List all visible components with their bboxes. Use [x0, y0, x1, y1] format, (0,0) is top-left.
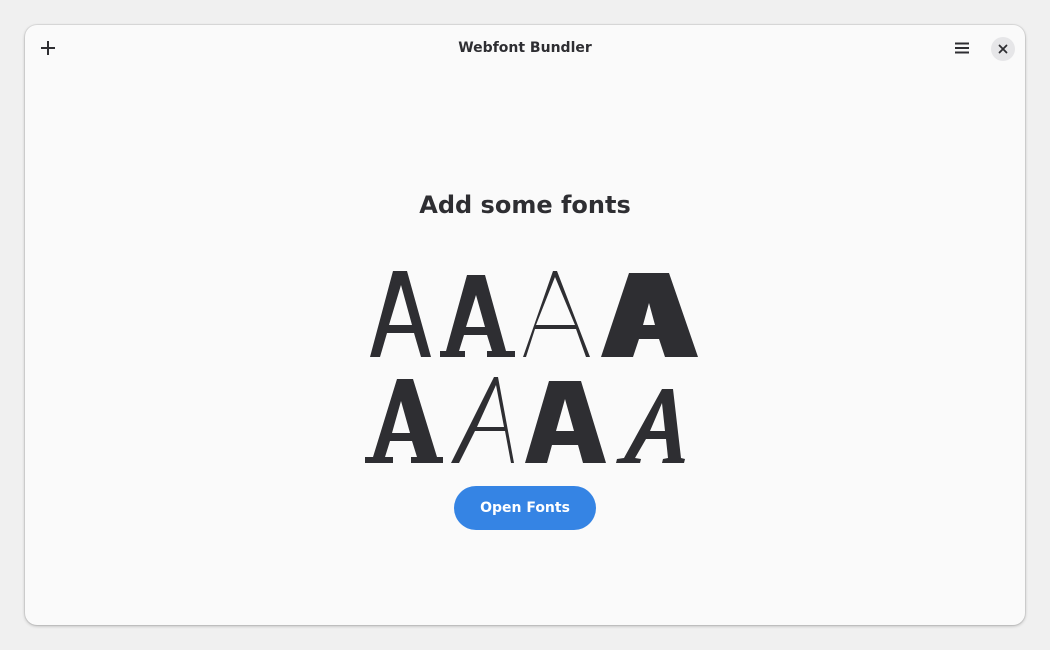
close-button[interactable] — [991, 37, 1015, 61]
main-menu-button[interactable] — [945, 31, 979, 65]
open-fonts-button[interactable]: Open Fonts — [454, 486, 596, 530]
empty-state: Add some fonts Open Fonts — [25, 71, 1025, 625]
headerbar: Webfont Bundler — [25, 25, 1025, 71]
add-button[interactable] — [31, 31, 65, 65]
empty-state-heading: Add some fonts — [419, 191, 631, 219]
hamburger-menu-icon — [955, 42, 969, 54]
close-icon — [998, 44, 1008, 54]
window-title: Webfont Bundler — [458, 40, 592, 56]
glyph-a-slab-bold — [440, 275, 515, 357]
glyph-a-serif-bold — [365, 379, 443, 463]
glyph-a-sans-black — [525, 381, 606, 463]
glyph-a-thin — [523, 271, 590, 357]
glyph-a-thin-italic — [451, 377, 514, 463]
font-samples-illustration — [365, 271, 698, 463]
glyph-a-italic-serif — [616, 389, 685, 463]
glyph-a-black — [601, 273, 698, 357]
plus-icon — [41, 41, 55, 55]
glyph-a-serif-regular — [370, 271, 431, 357]
app-window: Webfont Bundler Add some fonts Open Font… — [25, 25, 1025, 625]
